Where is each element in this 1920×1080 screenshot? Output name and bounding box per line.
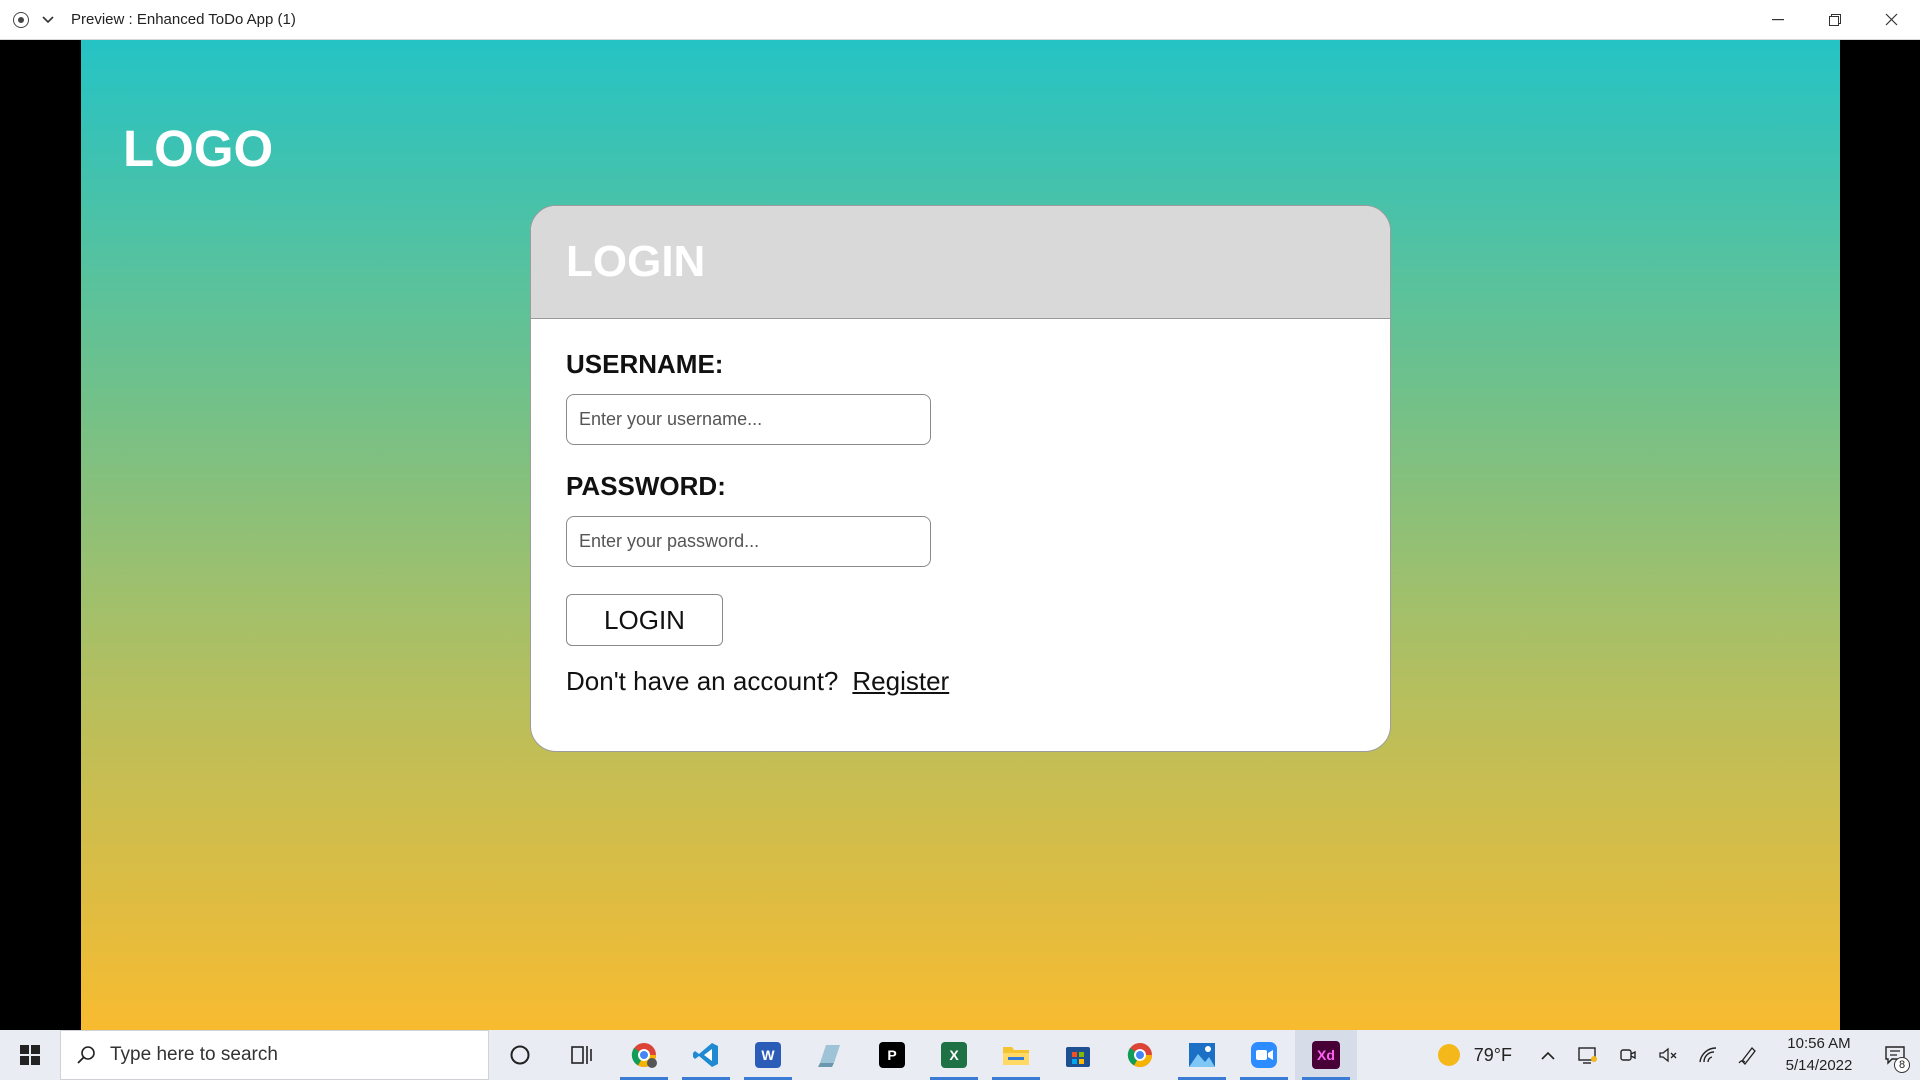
username-input[interactable] <box>566 394 931 445</box>
vscode-icon[interactable] <box>675 1030 737 1080</box>
close-button[interactable] <box>1863 0 1920 40</box>
notes-icon[interactable] <box>799 1030 861 1080</box>
speaker-muted-icon[interactable] <box>1648 1030 1688 1080</box>
register-link[interactable]: Register <box>852 666 949 696</box>
meet-now-icon[interactable] <box>1608 1030 1648 1080</box>
login-card-header: LOGIN <box>531 206 1390 319</box>
app-artboard: LOGO LOGIN USERNAME: PASSWORD: LOGIN Don… <box>81 40 1840 1030</box>
username-label: USERNAME: <box>566 349 724 379</box>
password-input[interactable] <box>566 516 931 567</box>
register-prompt: Don't have an account? Register <box>566 666 1390 697</box>
network-icon[interactable] <box>1688 1030 1728 1080</box>
clock[interactable]: 10:56 AM 5/14/2022 <box>1774 1033 1864 1077</box>
jetbrains-tile: P <box>879 1042 905 1068</box>
photos-icon[interactable] <box>1171 1030 1233 1080</box>
word-tile: W <box>755 1042 781 1068</box>
login-button[interactable]: LOGIN <box>566 594 723 646</box>
search-placeholder: Type here to search <box>110 1044 278 1065</box>
notification-center-icon[interactable]: 8 <box>1870 1030 1920 1080</box>
search-icon <box>77 1046 95 1064</box>
app-logo: LOGO <box>123 120 274 177</box>
task-view-icon[interactable] <box>551 1030 613 1080</box>
chevron-down-icon[interactable] <box>41 13 55 27</box>
word-icon[interactable]: W <box>737 1030 799 1080</box>
chrome-icon[interactable] <box>1109 1030 1171 1080</box>
chevron-up-icon[interactable] <box>1528 1030 1568 1080</box>
adobe-xd-tile: Xd <box>1312 1041 1340 1069</box>
clock-time: 10:56 AM <box>1787 1035 1851 1052</box>
login-title: LOGIN <box>566 237 706 286</box>
file-explorer-icon[interactable] <box>985 1030 1047 1080</box>
notification-count: 8 <box>1894 1057 1910 1073</box>
weather-temperature: 79°F <box>1473 1044 1512 1065</box>
pen-icon[interactable] <box>1728 1030 1768 1080</box>
jetbrains-icon[interactable]: P <box>861 1030 923 1080</box>
store-icon[interactable] <box>1047 1030 1109 1080</box>
chrome-profile-icon[interactable] <box>613 1030 675 1080</box>
window-title: Preview : Enhanced ToDo App (1) <box>71 11 296 28</box>
taskbar-search[interactable]: Type here to search <box>60 1030 489 1080</box>
account-prompt-text: Don't have an account? <box>566 666 839 696</box>
title-bar: Preview : Enhanced ToDo App (1) <box>0 0 1920 40</box>
taskbar: Type here to search W P X Xd 79°F 10:56 … <box>0 1030 1920 1080</box>
windows-start-icon[interactable] <box>0 1030 60 1080</box>
sun-icon <box>1437 1044 1460 1066</box>
record-icon[interactable] <box>13 11 29 28</box>
password-label: PASSWORD: <box>566 471 726 501</box>
weather-widget[interactable]: 79°F <box>1437 1044 1512 1066</box>
zoom-icon[interactable] <box>1233 1030 1295 1080</box>
adobe-xd-icon[interactable]: Xd <box>1295 1030 1357 1080</box>
login-card-body: USERNAME: PASSWORD: LOGIN Don't have an … <box>531 349 1390 697</box>
restore-button[interactable] <box>1806 0 1863 40</box>
clock-date: 5/14/2022 <box>1785 1057 1853 1074</box>
excel-icon[interactable]: X <box>923 1030 985 1080</box>
login-card: LOGIN USERNAME: PASSWORD: LOGIN Don't ha… <box>530 205 1391 752</box>
display-icon[interactable] <box>1568 1030 1608 1080</box>
excel-tile: X <box>941 1042 967 1068</box>
system-tray: 79°F 10:56 AM 5/14/2022 8 <box>1437 1030 1920 1080</box>
minimize-button[interactable] <box>1749 0 1806 40</box>
cortana-icon[interactable] <box>489 1030 551 1080</box>
